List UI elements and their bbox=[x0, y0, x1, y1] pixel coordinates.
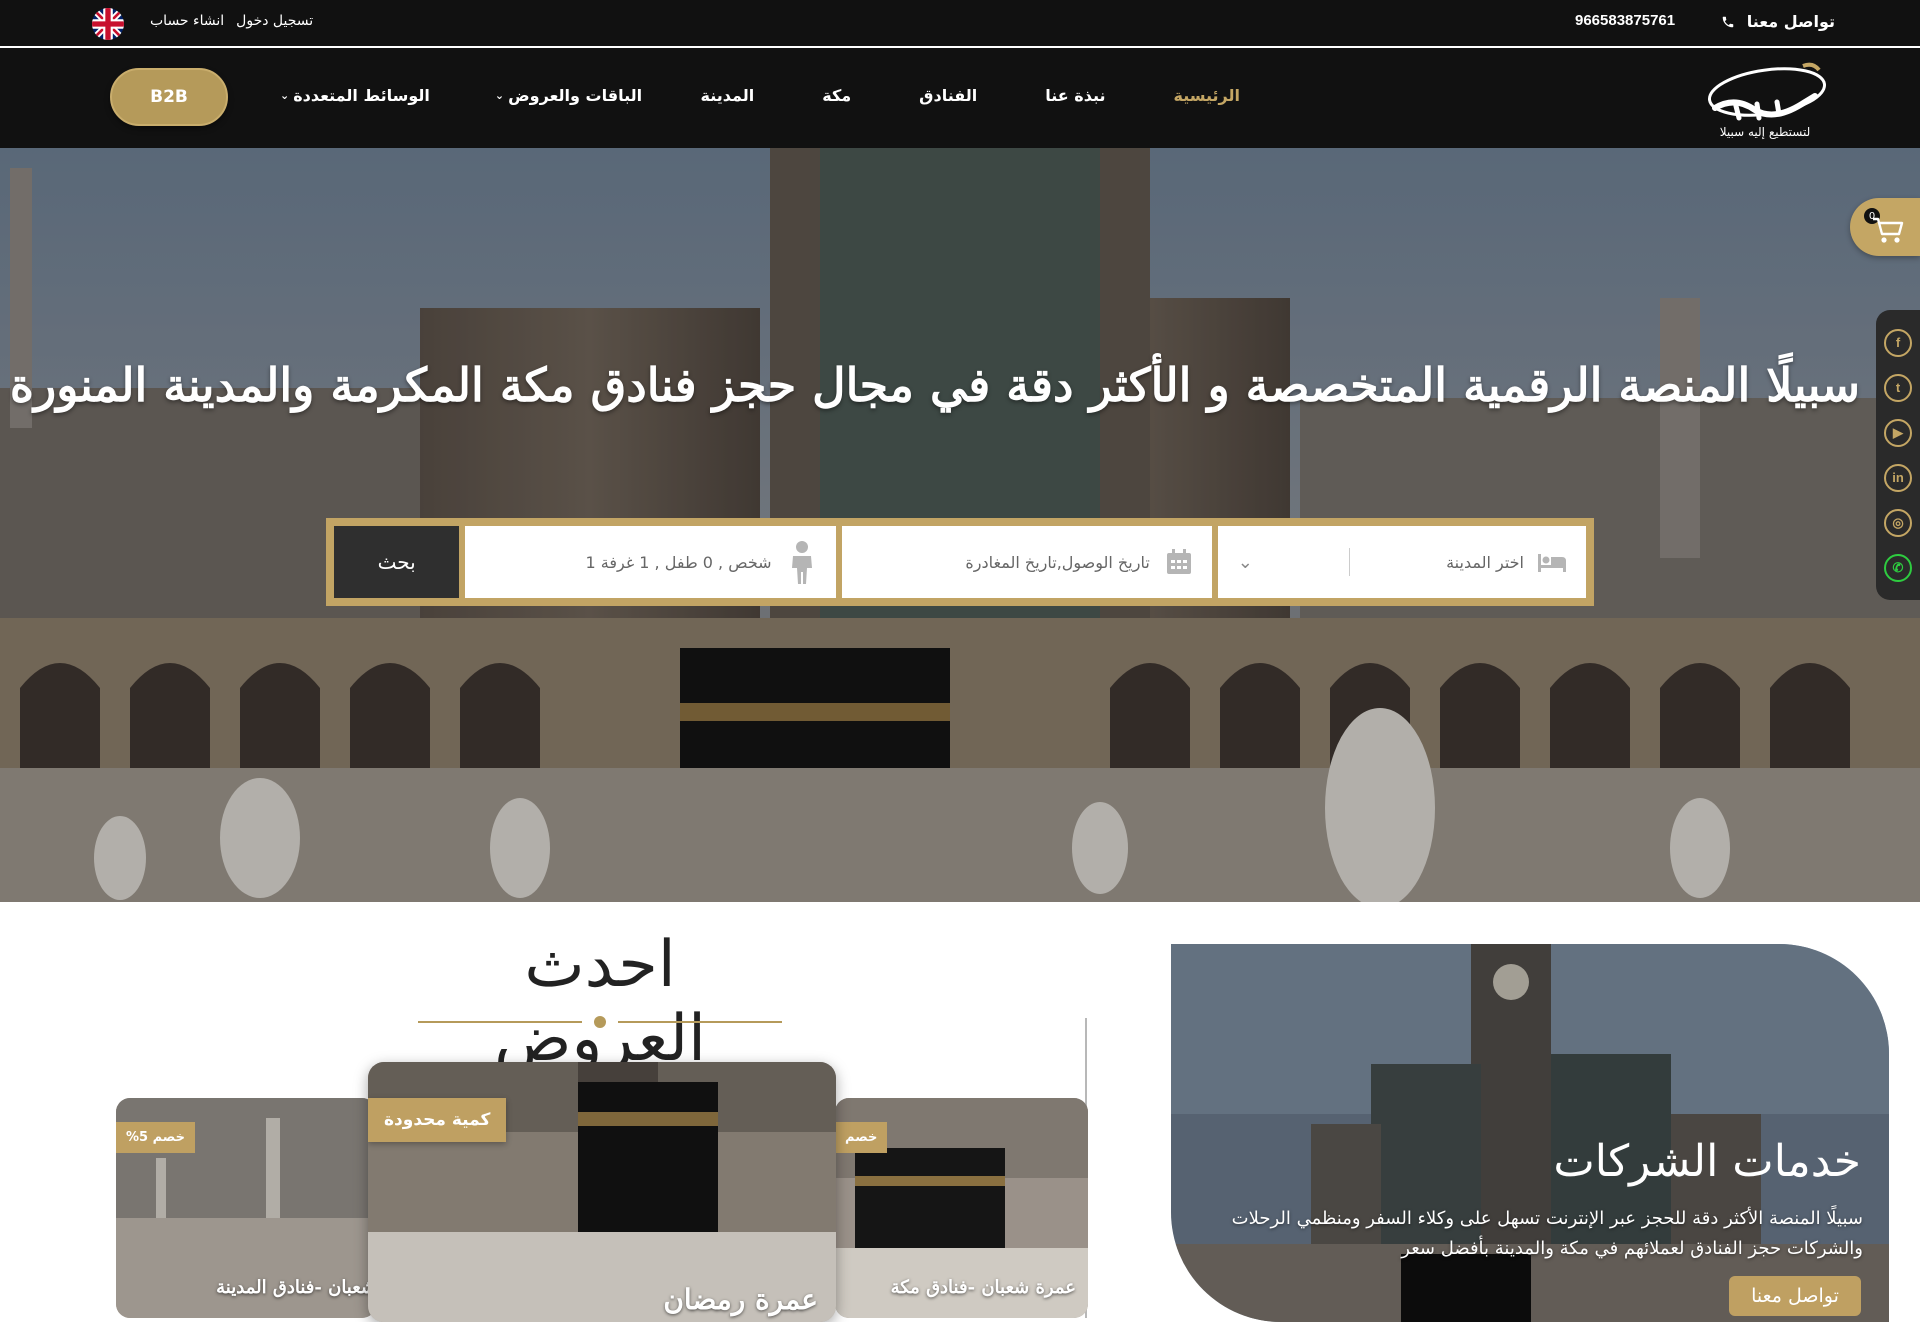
site-logo[interactable]: لتستطيع إليه سبيلا bbox=[1695, 56, 1835, 142]
chevron-down-icon: ⌄ bbox=[280, 89, 290, 102]
search-button[interactable]: بحث bbox=[334, 526, 460, 598]
discount-badge: خصم 5% bbox=[116, 1122, 195, 1153]
city-select[interactable]: ⌄ اختر المدينة bbox=[1217, 526, 1586, 598]
phone-icon bbox=[1722, 16, 1733, 27]
hero-section: سبيلًا المنصة الرقمية المتخصصة و الأكثر … bbox=[0, 148, 1920, 902]
dates-field[interactable]: تاريخ الوصول,تاريخ المغادرة bbox=[841, 526, 1212, 598]
nav-menu-dropdowns: الباقات والعروض ⌄ الوسائط المتعددة ⌄ bbox=[280, 86, 642, 105]
register-link[interactable]: انشاء حساب bbox=[150, 13, 224, 29]
offer-caption: شعبان -فنادق المدينة bbox=[216, 1277, 376, 1298]
whatsapp-icon[interactable]: ✆ bbox=[1884, 553, 1912, 582]
uk-flag-icon[interactable] bbox=[92, 8, 124, 40]
nav-item-makkah[interactable]: مكة bbox=[822, 86, 851, 105]
contact-label[interactable]: تواصل معنا bbox=[1747, 12, 1835, 31]
featured-offer-card[interactable]: كمية محدودة عمرة رمضان bbox=[368, 1062, 836, 1322]
nav-item-about[interactable]: نبذة عنا bbox=[1045, 86, 1105, 105]
offer-caption: عمرة رمضان bbox=[663, 1283, 818, 1316]
offer-caption: عمرة شعبان -فنادق مكة bbox=[890, 1277, 1076, 1298]
nav-label[interactable]: الرئيسية bbox=[1174, 86, 1241, 105]
calendar-icon bbox=[1166, 549, 1191, 574]
corporate-services-panel: خدمات الشركات سبيلًا المنصة الأكثر دقة ل… bbox=[1171, 944, 1889, 1322]
corporate-title: خدمات الشركات bbox=[1553, 1136, 1861, 1187]
nav-label[interactable]: مكة bbox=[822, 86, 851, 105]
chevron-down-icon: ⌄ bbox=[494, 89, 505, 102]
hero-title: سبيلًا المنصة الرقمية المتخصصة و الأكثر … bbox=[9, 358, 1861, 412]
nav-label[interactable]: نبذة عنا bbox=[1045, 86, 1105, 105]
guests-value[interactable]: 1 شخص , 0 طفل , 1 غرفة bbox=[586, 553, 772, 572]
logo-tagline: لتستطيع إليه سبيلا bbox=[1720, 125, 1811, 139]
top-bar: تواصل معنا 966583875761 تسجيل دخول انشاء… bbox=[0, 0, 1920, 47]
title-divider bbox=[418, 1016, 782, 1028]
divider-line bbox=[618, 1021, 782, 1023]
b2b-button[interactable]: B2B bbox=[110, 68, 228, 126]
hotel-search-form: بحث 1 شخص , 0 طفل , 1 غرفة تاريخ الوصول,… bbox=[326, 518, 1594, 606]
discount-badge: خصم bbox=[835, 1122, 888, 1153]
guests-field[interactable]: 1 شخص , 0 طفل , 1 غرفة bbox=[465, 526, 836, 598]
nav-label[interactable]: المدينة bbox=[701, 86, 755, 105]
corporate-description: سبيلًا المنصة الأكثر دقة للحجز عبر الإنت… bbox=[1231, 1208, 1863, 1259]
divider-dot bbox=[594, 1016, 606, 1028]
nav-item-media[interactable]: الوسائط المتعددة ⌄ bbox=[280, 86, 430, 105]
person-icon bbox=[791, 541, 812, 584]
main-nav: لتستطيع إليه سبيلا الرئيسية نبذة عنا الف… bbox=[0, 48, 1920, 148]
twitter-icon[interactable]: t bbox=[1884, 373, 1912, 402]
field-divider bbox=[1348, 548, 1350, 576]
logo-mark: لتستطيع إليه سبيلا bbox=[1707, 62, 1827, 139]
social-links: f t ▶ in ◎ ✆ bbox=[1876, 310, 1920, 600]
phone-number[interactable]: 966583875761 bbox=[1575, 12, 1675, 29]
contact-us-button[interactable]: تواصل معنا bbox=[1729, 1276, 1861, 1316]
nav-item-hotels[interactable]: الفنادق bbox=[919, 86, 977, 105]
login-link[interactable]: تسجيل دخول bbox=[236, 13, 313, 29]
contact-link[interactable]: تواصل معنا bbox=[1721, 12, 1835, 31]
offer-card[interactable]: خصم 5% شعبان -فنادق المدينة bbox=[116, 1098, 376, 1318]
makkah-clock-tower-image bbox=[1171, 944, 1889, 1322]
nav-label[interactable]: الوسائط المتعددة bbox=[293, 86, 430, 105]
nav-item-madinah[interactable]: المدينة bbox=[701, 86, 755, 105]
limited-quantity-badge: كمية محدودة bbox=[368, 1098, 507, 1142]
offers-section-title: احدث العروض bbox=[494, 928, 706, 1076]
dates-placeholder[interactable]: تاريخ الوصول,تاريخ المغادرة bbox=[965, 553, 1149, 572]
city-select-inner: اختر المدينة bbox=[1446, 552, 1566, 572]
cart-button[interactable]: 0 bbox=[1850, 198, 1920, 256]
divider-line bbox=[418, 1021, 582, 1023]
youtube-icon[interactable]: ▶ bbox=[1884, 418, 1912, 447]
bed-icon bbox=[1537, 554, 1566, 572]
nav-item-packages[interactable]: الباقات والعروض ⌄ bbox=[495, 86, 642, 105]
nav-label[interactable]: الباقات والعروض bbox=[508, 86, 642, 105]
chevron-down-icon[interactable]: ⌄ bbox=[1238, 552, 1253, 573]
offer-card[interactable]: خصم عمرة شعبان -فنادق مكة bbox=[835, 1098, 1088, 1318]
cart-icon bbox=[1873, 217, 1904, 243]
city-placeholder[interactable]: اختر المدينة bbox=[1446, 553, 1524, 572]
facebook-icon[interactable]: f bbox=[1884, 328, 1912, 357]
instagram-icon[interactable]: ◎ bbox=[1884, 508, 1912, 537]
nav-label[interactable]: الفنادق bbox=[919, 86, 977, 105]
linkedin-icon[interactable]: in bbox=[1884, 463, 1912, 492]
nav-item-home[interactable]: الرئيسية bbox=[1174, 86, 1241, 105]
nav-menu: الرئيسية نبذة عنا الفنادق مكة المدينة bbox=[701, 86, 1240, 105]
auth-links: تسجيل دخول انشاء حساب bbox=[150, 13, 313, 29]
